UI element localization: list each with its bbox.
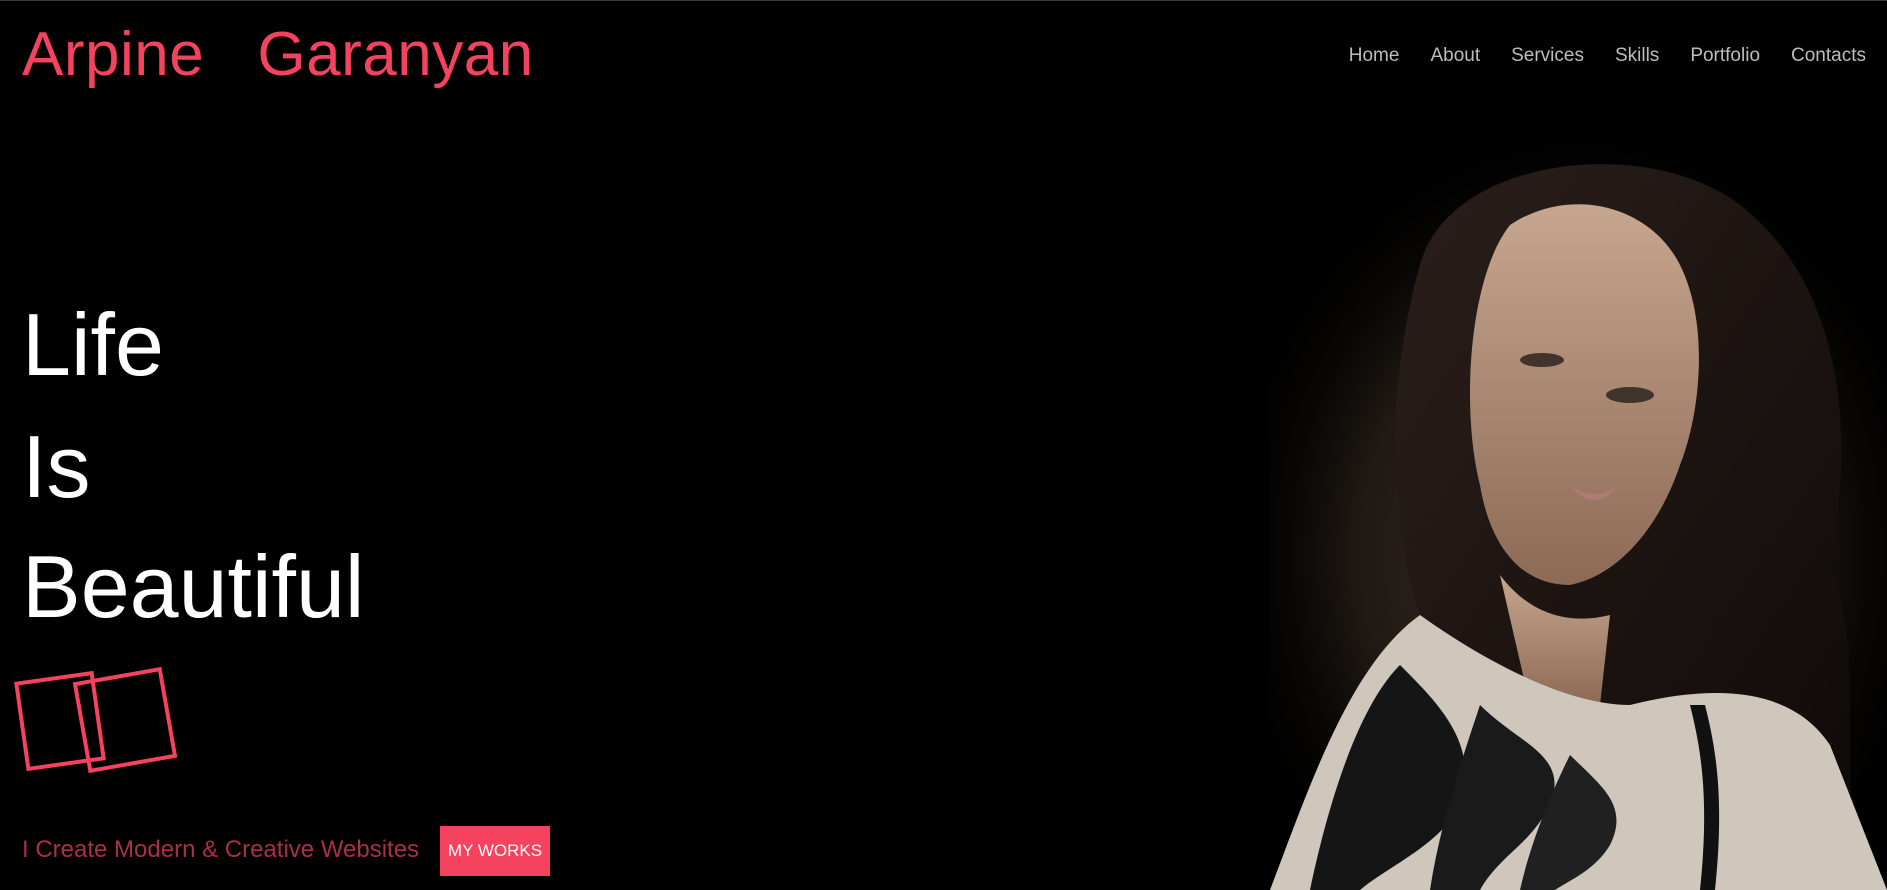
my-works-button[interactable]: MY WORKS (440, 826, 550, 876)
portrait-photo (1270, 145, 1887, 890)
logo-last-name: Garanyan (257, 20, 534, 89)
nav-item-about[interactable]: About (1430, 45, 1480, 67)
top-border (0, 0, 1887, 1)
nav-item-portfolio[interactable]: Portfolio (1690, 45, 1760, 67)
decoration-square-back (14, 670, 106, 772)
hero-tagline: I Create Modern & Creative Websites (22, 836, 420, 863)
hero-line-1: Life (22, 295, 164, 394)
nav-item-services[interactable]: Services (1511, 45, 1584, 67)
hero-line-2: Is (22, 417, 91, 516)
nav-item-home[interactable]: Home (1349, 45, 1400, 67)
logo-first-name: Arpine (22, 20, 205, 89)
hero-line-3: Beautiful (22, 537, 365, 636)
overlapping-squares-decoration (14, 666, 178, 774)
portrait-illustration (1270, 145, 1887, 890)
nav-item-skills[interactable]: Skills (1615, 45, 1659, 67)
decoration-square-front (72, 666, 178, 774)
site-logo[interactable]: Arpine Garanyan (22, 18, 534, 92)
main-nav: Home About Services Skills Portfolio Con… (1349, 45, 1866, 67)
nav-item-contacts[interactable]: Contacts (1791, 45, 1866, 67)
